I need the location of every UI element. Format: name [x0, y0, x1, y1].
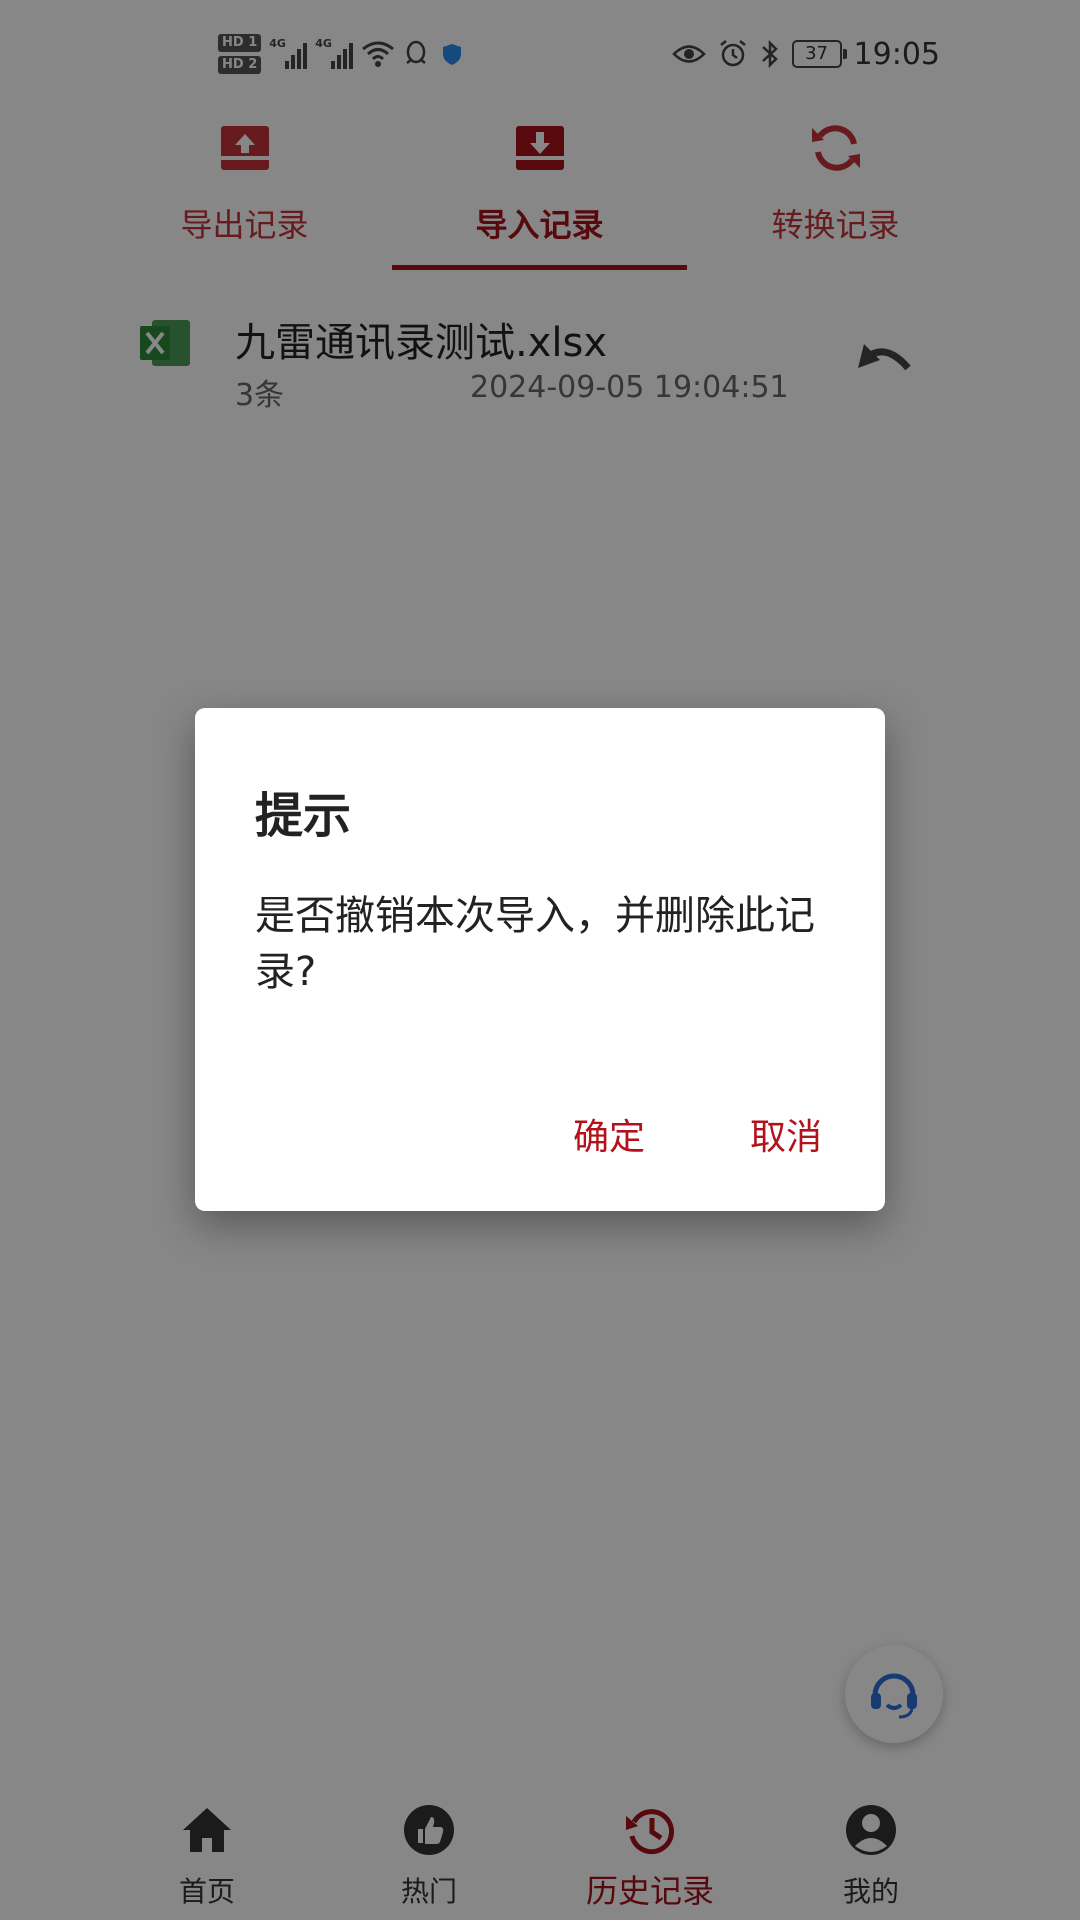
app-screen: HD 1 HD 2 4G 4G 37 19:05 导出记录 导入记录 转换记录 …	[0, 0, 1080, 1920]
confirm-button[interactable]: 确定	[573, 1108, 645, 1160]
dialog-title: 提示	[255, 788, 352, 844]
cancel-button[interactable]: 取消	[750, 1108, 822, 1160]
dialog-message: 是否撤销本次导入，并删除此记录?	[255, 893, 815, 995]
confirm-dialog: 提示 是否撤销本次导入，并删除此记录? 确定 取消	[195, 708, 885, 1211]
